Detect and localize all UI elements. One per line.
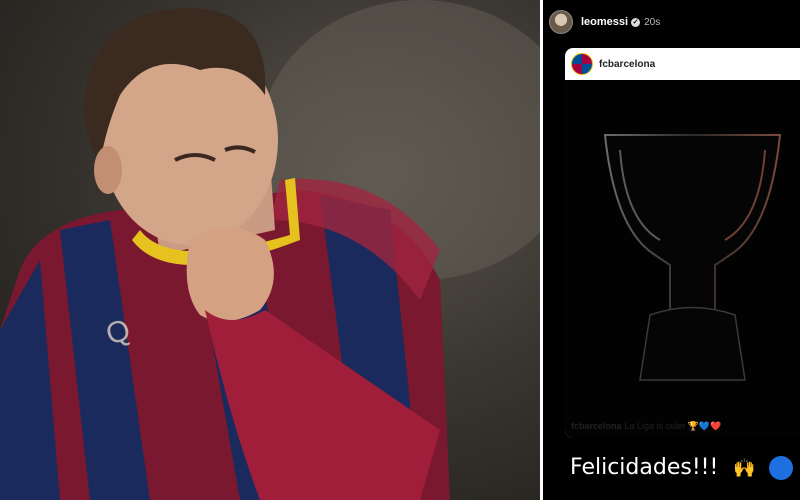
player-photo: Q <box>0 0 540 500</box>
shared-post-card[interactable]: fcbarcelona fcbarcelona La Liga is culer… <box>565 48 800 438</box>
post-caption: fcbarcelona La Liga is culer 🏆💙❤️ <box>571 421 721 432</box>
player-kissing-badge-illustration: Q <box>0 0 540 500</box>
story-message: Felicidades!!! 🙌 <box>570 455 800 480</box>
blue-circle-emoji <box>768 456 793 480</box>
caption-username[interactable]: fcbarcelona <box>571 421 622 431</box>
story-header: leomessi ✓ 20s <box>549 10 660 34</box>
post-username[interactable]: fcbarcelona <box>599 59 655 70</box>
verified-badge-icon: ✓ <box>631 17 641 27</box>
trophy-silhouette-icon <box>603 134 782 381</box>
instagram-story: leomessi ✓ 20s fcbarcelona fcbarcelona L… <box>543 0 800 500</box>
raised-hands-emoji: 🙌 <box>733 458 756 479</box>
post-header: fcbarcelona <box>565 48 800 80</box>
story-timestamp: 20s <box>644 16 661 28</box>
trophy-image: fcbarcelona La Liga is culer 🏆💙❤️ <box>565 80 800 438</box>
story-username[interactable]: leomessi <box>581 16 628 28</box>
message-text: Felicidades!!! <box>570 455 719 480</box>
club-crest-icon <box>571 53 593 75</box>
caption-text: La Liga is culer 🏆💙❤️ <box>624 421 722 431</box>
avatar[interactable] <box>549 10 573 34</box>
